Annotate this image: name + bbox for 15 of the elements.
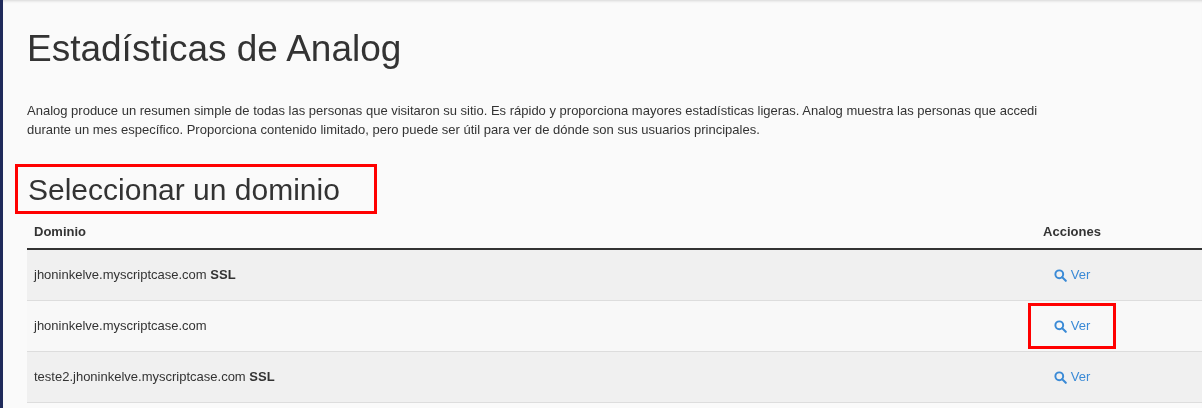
section-heading: Seleccionar un dominio	[15, 164, 377, 214]
description-text: durante un mes específico. Proporciona contenido limitado, pero puede ser útil para ver de dónde son sus usuarios principales.	[27, 121, 760, 139]
view-link[interactable]: Ver	[1028, 252, 1116, 298]
view-link[interactable]: Ver	[1028, 354, 1116, 400]
column-header: Dominio	[33, 222, 86, 241]
view-link[interactable]: Ver	[1028, 303, 1116, 349]
description-text: Analog produce un resumen simple de todas las personas que visitaron su sitio. Es rápido y proporciona mayores estadísticas ligeras. Analog muestra las personas que accedi	[27, 102, 1038, 120]
search-icon	[1053, 319, 1067, 333]
search-icon	[1053, 370, 1067, 384]
column-header: Acciones	[1042, 222, 1102, 241]
page-title: Estadísticas de Analog	[27, 30, 402, 67]
search-icon	[1053, 268, 1067, 282]
domain-text: jhoninkelve.myscriptcase.com	[32, 317, 207, 336]
domain-text: jhoninkelve.myscriptcase.com SSL	[32, 266, 236, 285]
domain-text: teste2.jhoninkelve.myscriptcase.com SSL	[33, 368, 275, 387]
